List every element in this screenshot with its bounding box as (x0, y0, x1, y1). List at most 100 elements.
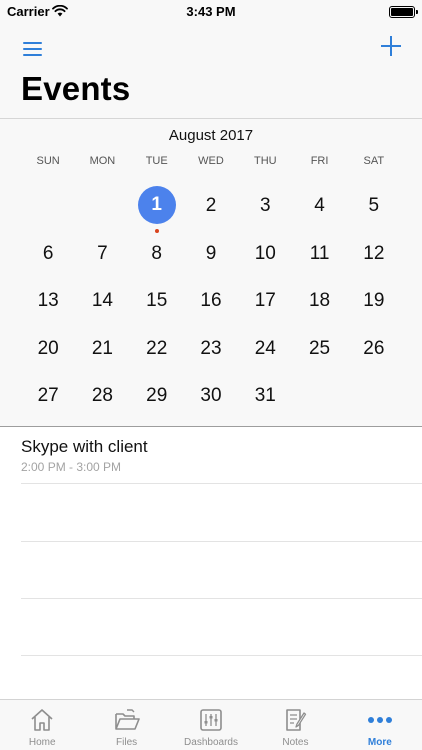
day-number: 29 (146, 385, 168, 406)
calendar-day[interactable]: 15 (130, 277, 184, 325)
month-calendar: August 2017 SUN MON TUE WED THU FRI SAT … (0, 119, 422, 427)
calendar-empty-cell (21, 182, 75, 230)
day-number: 14 (91, 290, 113, 311)
calendar-day[interactable]: 12 (347, 230, 401, 278)
calendar-day[interactable]: 19 (347, 277, 401, 325)
day-number: 2 (205, 195, 217, 216)
day-number: 5 (368, 195, 380, 216)
tab-home[interactable]: Home (0, 700, 84, 750)
status-time: 3:43 PM (186, 4, 236, 19)
tab-bar: Home Files Dashboards Notes More (0, 699, 422, 750)
tab-dashboards[interactable]: Dashboards (169, 700, 253, 750)
calendar-day[interactable]: 10 (238, 230, 292, 278)
day-number: 23 (200, 337, 222, 359)
calendar-day[interactable]: 17 (238, 277, 292, 325)
day-number: 3 (259, 195, 271, 216)
dashboards-icon (200, 709, 222, 731)
day-number: 22 (146, 337, 168, 359)
day-number: 7 (97, 242, 108, 264)
calendar-day[interactable]: 24 (238, 325, 292, 373)
navigation-bar: Events (0, 24, 422, 119)
calendar-day[interactable]: 4 (292, 182, 346, 230)
add-event-button[interactable] (378, 33, 404, 59)
calendar-day[interactable]: 31 (238, 372, 292, 420)
calendar-day[interactable]: 1 (130, 182, 184, 233)
calendar-day[interactable]: 28 (75, 372, 129, 420)
tab-label: Files (116, 737, 138, 748)
calendar-day[interactable]: 6 (21, 230, 75, 278)
event-title: Skype with client (21, 437, 148, 456)
notes-icon (286, 709, 307, 731)
calendar-day[interactable]: 14 (75, 277, 129, 325)
calendar-day[interactable]: 22 (130, 325, 184, 373)
day-number: 17 (254, 290, 276, 311)
calendar-day[interactable]: 27 (21, 372, 75, 420)
calendar-day[interactable]: 29 (130, 372, 184, 420)
day-number: 18 (308, 290, 331, 311)
weekday-label: MON (89, 155, 116, 167)
day-number: 20 (37, 337, 59, 359)
weekday-label: SUN (36, 155, 60, 167)
tab-label: Dashboards (184, 737, 238, 748)
day-number: 4 (314, 195, 325, 216)
event-time: 2:00 PM - 3:00 PM (21, 460, 122, 474)
tab-notes[interactable]: Notes (253, 700, 337, 750)
calendar-day[interactable]: 13 (21, 277, 75, 325)
tab-label: More (367, 737, 392, 748)
more-icon (367, 717, 392, 723)
day-number: 16 (200, 290, 222, 311)
event-row[interactable]: Skype with client 2:00 PM - 3:00 PM (21, 427, 422, 484)
home-icon (31, 709, 53, 731)
day-number: 30 (200, 385, 222, 406)
calendar-day[interactable]: 3 (238, 182, 292, 230)
day-number: 1 (137, 186, 176, 224)
day-number: 31 (254, 385, 276, 406)
day-number: 8 (151, 242, 162, 264)
day-number: 13 (37, 290, 59, 311)
calendar-day[interactable]: 26 (347, 325, 401, 373)
calendar-empty-cell (292, 372, 346, 420)
tab-label: Home (28, 737, 56, 748)
calendar-day[interactable]: 20 (21, 325, 75, 373)
day-number: 11 (309, 242, 330, 264)
menu-button[interactable] (20, 36, 46, 62)
day-number: 19 (363, 290, 385, 311)
day-grid: 1 2 3 4 5 6 7 8 9 10 11 12 13 14 15 16 17 18 19 20 21 22 23 24 2… (21, 182, 401, 420)
calendar-day[interactable]: 23 (184, 325, 238, 373)
tab-files[interactable]: Files (84, 700, 168, 750)
month-label: August 2017 (168, 127, 254, 144)
day-number: 28 (91, 385, 113, 406)
day-number: 10 (254, 242, 276, 264)
list-divider (21, 655, 422, 656)
calendar-day[interactable]: 21 (75, 325, 129, 373)
day-number: 15 (146, 290, 168, 311)
day-number: 26 (363, 337, 385, 359)
calendar-day[interactable]: 25 (292, 325, 346, 373)
calendar-empty-cell (347, 372, 401, 420)
calendar-day[interactable]: 16 (184, 277, 238, 325)
calendar-day[interactable]: 9 (184, 230, 238, 278)
weekday-label: WED (198, 155, 224, 167)
day-number: 12 (363, 242, 385, 264)
calendar-day[interactable]: 2 (184, 182, 238, 230)
calendar-day[interactable]: 11 (292, 230, 346, 278)
day-number: 24 (254, 337, 276, 359)
calendar-day[interactable]: 5 (347, 182, 401, 230)
folder-icon (114, 709, 140, 730)
battery-icon (389, 6, 418, 18)
tab-more[interactable]: More (338, 700, 422, 750)
calendar-day[interactable]: 30 (184, 372, 238, 420)
calendar-day[interactable]: 8 (130, 230, 184, 278)
day-number: 25 (308, 337, 331, 359)
calendar-day[interactable]: 7 (75, 230, 129, 278)
day-number: 27 (37, 385, 59, 406)
calendar-day[interactable]: 18 (292, 277, 346, 325)
calendar-empty-cell (75, 182, 129, 230)
weekday-header: SUN MON TUE WED THU FRI SAT (21, 155, 401, 167)
day-number: 6 (42, 242, 54, 264)
hamburger-icon (23, 42, 42, 44)
weekday-label: SAT (363, 155, 385, 167)
day-number: 9 (205, 242, 217, 264)
status-bar: Carrier 3:43 PM (0, 0, 422, 24)
weekday-label: THU (253, 155, 277, 167)
